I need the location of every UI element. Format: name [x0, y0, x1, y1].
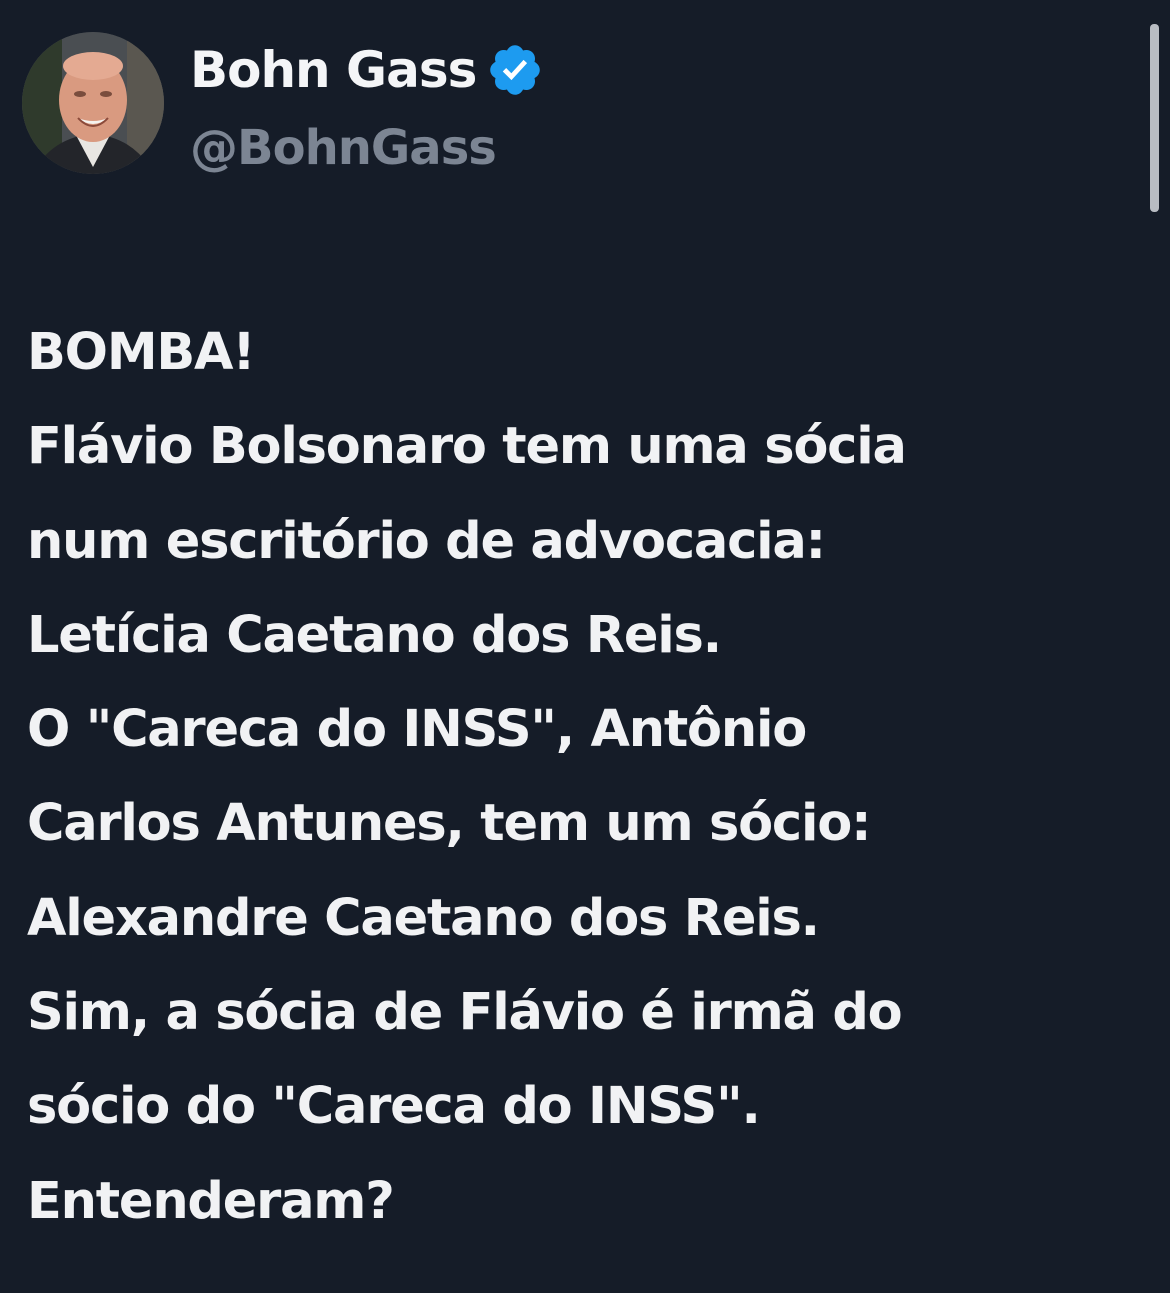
avatar-photo	[22, 32, 164, 174]
verified-badge-icon	[490, 45, 541, 95]
scrollbar[interactable]	[1150, 24, 1159, 212]
avatar[interactable]	[22, 32, 164, 174]
tweet-header: Bohn Gass @BohnGass	[22, 32, 544, 182]
tweet-text-line: Entenderam?	[27, 1171, 395, 1231]
handle[interactable]: @BohnGass	[190, 116, 544, 180]
tweet-text-line: Sim, a sócia de Flávio é irmã do	[27, 983, 903, 1043]
tweet-text-line: num escritório de advocacia:	[27, 511, 826, 571]
tweet-text-line: Letícia Caetano dos Reis.	[27, 605, 722, 665]
display-name-row: Bohn Gass	[190, 38, 544, 102]
tweet-text-line: Flávio Bolsonaro tem uma sócia	[27, 417, 907, 477]
tweet-text-line: Alexandre Caetano dos Reis.	[27, 888, 820, 948]
display-name[interactable]: Bohn Gass	[190, 38, 477, 102]
tweet: Bohn Gass @BohnGass BOMBA! Flávio Bolson…	[0, 0, 1170, 1293]
author-names: Bohn Gass @BohnGass	[190, 38, 544, 180]
tweet-text-line: BOMBA!	[27, 323, 256, 382]
tweet-text-line: Carlos Antunes, tem um sócio:	[27, 794, 871, 854]
tweet-text-line: O "Careca do INSS", Antônio	[27, 700, 807, 760]
tweet-text-line: sócio do "Careca do INSS".	[27, 1077, 761, 1137]
tweet-text: BOMBA! Flávio Bolsonaro tem uma sócia nu…	[27, 306, 1147, 1249]
